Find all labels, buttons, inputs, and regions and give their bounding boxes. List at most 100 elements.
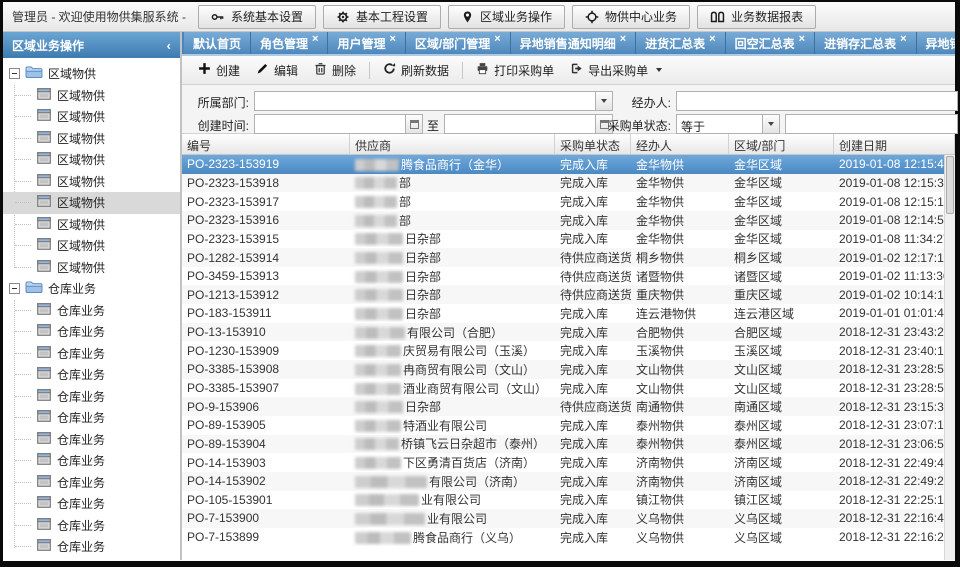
tree-item-label[interactable]: 仓库业务: [57, 474, 105, 491]
tree-item-label[interactable]: 仓库业务: [57, 452, 105, 469]
tree-item-label[interactable]: 区域物供: [57, 216, 105, 233]
tree-item-label[interactable]: 区域物供: [57, 173, 105, 190]
status-operator-select[interactable]: 等于: [676, 114, 780, 134]
tree-item[interactable]: 仓库业务: [3, 300, 180, 322]
table-row[interactable]: PO-1230-153909 庆贸易有限公司（玉溪） 完成入库 玉溪物供 玉溪区…: [182, 341, 944, 360]
tab-close-icon[interactable]: ×: [312, 35, 318, 43]
tree-item[interactable]: 区域物供: [3, 85, 180, 107]
tab-close-icon[interactable]: ×: [620, 35, 626, 43]
tab[interactable]: 异地销售通知明细 ×: [511, 32, 636, 54]
table-row[interactable]: PO-7-153900 业有限公司 完成入库 义乌物供 义乌区域 2018-12…: [182, 509, 944, 528]
tree-item-label[interactable]: 区域物供: [57, 87, 105, 104]
tab[interactable]: 进货汇总表 ×: [636, 32, 725, 54]
tree-item-label[interactable]: 区域物供: [57, 130, 105, 147]
tree-item[interactable]: 仓库业务: [3, 429, 180, 451]
tab[interactable]: 用户管理 ×: [328, 32, 405, 54]
table-row[interactable]: PO-105-153901 业有限公司 完成入库 镇江物供 镇江区域 2018-…: [182, 491, 944, 510]
date-from-input[interactable]: [254, 114, 423, 134]
tree-item[interactable]: 区域物供: [3, 171, 180, 193]
tab-close-icon[interactable]: ×: [799, 35, 805, 43]
table-row[interactable]: PO-13-153910 有限公司（合肥） 完成入库 合肥物供 合肥区域 201…: [182, 323, 944, 342]
tree-item[interactable]: 区域物供: [3, 214, 180, 236]
tree-item[interactable]: 仓库业务: [3, 321, 180, 343]
tree-item[interactable]: 仓库业务: [3, 407, 180, 429]
tab-label[interactable]: 回空汇总表: [735, 35, 795, 52]
table-row[interactable]: PO-89-153904 桥镇飞云日杂超市（泰州） 完成入库 泰州物供 泰州区域…: [182, 435, 944, 454]
export-button[interactable]: 导出采购单: [562, 58, 670, 83]
print-button[interactable]: 打印采购单: [468, 58, 562, 83]
dept-filter-select[interactable]: [254, 91, 613, 111]
tree-item-label[interactable]: 区域物供: [57, 259, 105, 276]
tree-item-label[interactable]: 仓库业务: [57, 409, 105, 426]
tree-folder[interactable]: 仓库业务: [3, 278, 180, 300]
tree-item-label[interactable]: 仓库业务: [57, 302, 105, 319]
tree-item-label[interactable]: 仓库业务: [57, 517, 105, 534]
tree-item-label[interactable]: 区域物供: [57, 194, 105, 211]
tab-label[interactable]: 异地销售通知明细: [520, 35, 616, 52]
tab-label[interactable]: 进销存汇总表: [824, 35, 896, 52]
tree-item[interactable]: 区域物供: [3, 106, 180, 128]
table-row[interactable]: PO-3385-153908 冉商贸有限公司（文山） 完成入库 文山物供 文山区…: [182, 360, 944, 379]
edit-button[interactable]: 编辑: [248, 58, 306, 83]
tree-item-label[interactable]: 仓库业务: [57, 538, 105, 555]
tab-label[interactable]: 进货汇总表: [645, 35, 705, 52]
tree-item-label[interactable]: 仓库业务: [57, 388, 105, 405]
tree-item-label[interactable]: 区域物供: [57, 237, 105, 254]
export-dropdown-caret-icon[interactable]: [656, 68, 662, 72]
tree-item[interactable]: 仓库业务: [3, 515, 180, 537]
tab[interactable]: 默认首页 ×: [184, 32, 251, 54]
tab-label[interactable]: 区域/部门管理: [415, 35, 490, 52]
table-row[interactable]: PO-2323-153915 日杂部 完成入库 金华物供 金华区域 2019-0…: [182, 230, 944, 249]
column-header-status[interactable]: 采购单状态: [555, 134, 631, 154]
table-row[interactable]: PO-183-153911 日杂部 完成入库 连云港物供 连云港区域 2019-…: [182, 304, 944, 323]
menu-system-settings-button[interactable]: 系统基本设置: [198, 5, 316, 29]
column-header-supplier[interactable]: 供应商: [350, 134, 555, 154]
tree-collapse-toggle-icon[interactable]: [9, 68, 20, 79]
table-row[interactable]: PO-2323-153917 部 完成入库 金华物供 金华区域 2019-01-…: [182, 192, 944, 211]
tab-close-icon[interactable]: ×: [900, 35, 906, 43]
tree-item[interactable]: 区域物供: [3, 192, 180, 214]
tree-item-label[interactable]: 仓库业务: [57, 366, 105, 383]
tab-close-icon[interactable]: ×: [709, 35, 715, 43]
handler-filter-input[interactable]: [676, 91, 958, 111]
tree-item-label[interactable]: 仓库业务: [57, 431, 105, 448]
tree-item[interactable]: 区域物供: [3, 128, 180, 150]
tree-folder[interactable]: 区域物供: [3, 63, 180, 85]
vertical-scrollbar[interactable]: [944, 155, 955, 560]
tab-label[interactable]: 角色管理: [260, 35, 308, 52]
menu-project-settings-button[interactable]: 基本工程设置: [323, 5, 441, 29]
create-button[interactable]: 创建: [190, 58, 248, 83]
tree-item-label[interactable]: 区域物供: [57, 151, 105, 168]
table-row[interactable]: PO-2323-153919 腾食品商行（金华） 完成入库 金华物供 金华区域 …: [182, 155, 944, 174]
tree-item[interactable]: 区域物供: [3, 235, 180, 257]
tree-folder-label[interactable]: 区域物供: [48, 65, 96, 82]
menu-data-reports-button[interactable]: 业务数据报表: [697, 5, 816, 29]
tab-close-icon[interactable]: ×: [494, 35, 500, 43]
column-header-created[interactable]: 创建日期: [834, 134, 955, 154]
scrollbar-thumb[interactable]: [946, 156, 954, 214]
tree-folder-label[interactable]: 仓库业务: [48, 280, 96, 297]
table-row[interactable]: PO-3385-153907 酒业商贸有限公司（文山） 完成入库 文山物供 文山…: [182, 379, 944, 398]
table-row[interactable]: PO-2323-153916 部 完成入库 金华物供 金华区域 2019-01-…: [182, 211, 944, 230]
tab-label[interactable]: 异地销售调整明细: [926, 35, 955, 52]
tree-item-label[interactable]: 区域物供: [57, 108, 105, 125]
menu-supply-center-button[interactable]: 物供中心业务: [572, 5, 690, 29]
tree-collapse-toggle-icon[interactable]: [9, 283, 20, 294]
tab[interactable]: 进销存汇总表 ×: [815, 32, 916, 54]
tree-item-label[interactable]: 仓库业务: [57, 495, 105, 512]
table-row[interactable]: PO-14-153903 下区勇清百货店（济南） 完成入库 济南物供 济南区域 …: [182, 453, 944, 472]
column-header-number[interactable]: 编号: [182, 134, 350, 154]
tree-item[interactable]: 仓库业务: [3, 450, 180, 472]
tree-item-label[interactable]: 仓库业务: [57, 323, 105, 340]
tree-item[interactable]: 仓库业务: [3, 364, 180, 386]
table-row[interactable]: PO-1213-153912 日杂部 待供应商送货 重庆物供 重庆区域 2019…: [182, 285, 944, 304]
tab-label[interactable]: 用户管理: [337, 35, 385, 52]
table-row[interactable]: PO-9-153906 日杂部 待供应商送货 南通物供 南通区域 2018-12…: [182, 397, 944, 416]
tree-item-label[interactable]: 仓库业务: [57, 345, 105, 362]
tree-item[interactable]: 区域物供: [3, 149, 180, 171]
delete-button[interactable]: 删除: [306, 58, 364, 83]
tree-item[interactable]: 区域物供: [3, 257, 180, 279]
table-row[interactable]: PO-3459-153913 日杂部 待供应商送货 诸暨物供 诸暨区域 2019…: [182, 267, 944, 286]
tab-label[interactable]: 默认首页: [193, 35, 241, 52]
tree-item[interactable]: 仓库业务: [3, 493, 180, 515]
